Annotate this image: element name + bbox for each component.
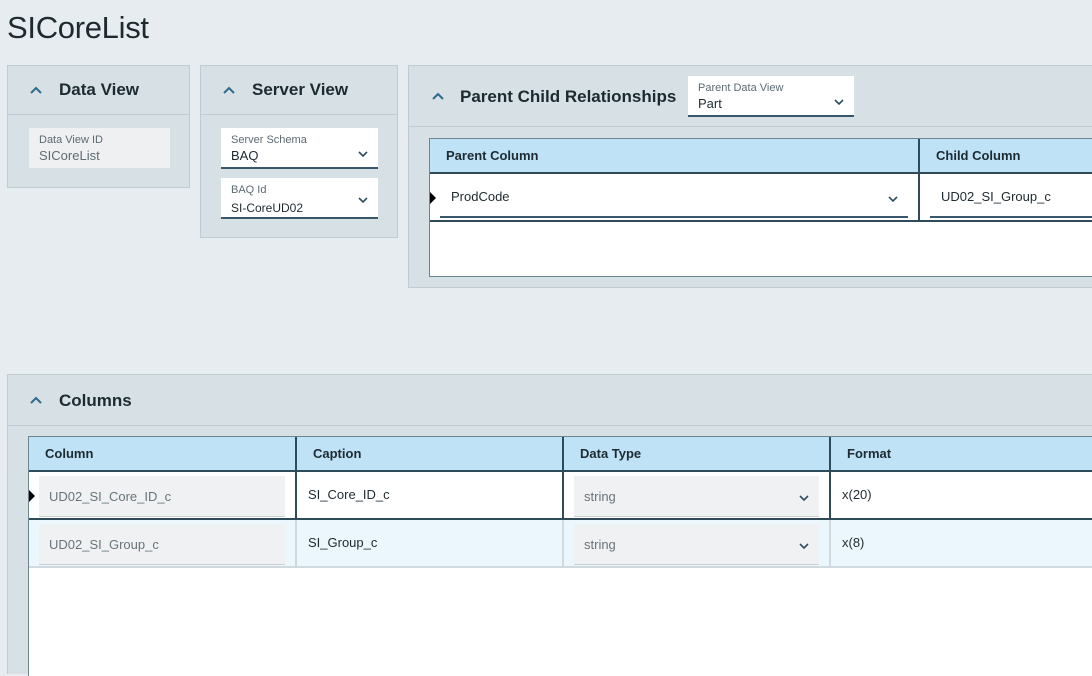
parent-column-cell[interactable]: ProdCode — [430, 174, 920, 220]
baq-id-select[interactable]: BAQ Id SI-CoreUD02 — [221, 178, 378, 219]
server-schema-value: BAQ — [231, 148, 259, 163]
chevron-down-icon[interactable] — [797, 491, 811, 505]
server-view-panel: Server View Server Schema BAQ BAQ Id SI-… — [200, 65, 398, 238]
caption-value: SI_Core_ID_c — [308, 487, 390, 502]
column-name-cell[interactable]: UD02_SI_Group_c — [29, 520, 297, 566]
column-name-value: UD02_SI_Group_c — [49, 537, 159, 552]
baq-id-value: SI-CoreUD02 — [231, 201, 304, 215]
table-row[interactable]: ProdCode UD02_SI_Group_c — [430, 174, 1092, 222]
format-cell[interactable]: x(20) — [831, 472, 1092, 518]
chevron-up-icon[interactable] — [26, 80, 46, 100]
column-header-format[interactable]: Format — [831, 437, 1092, 470]
chevron-down-icon[interactable] — [797, 539, 811, 553]
columns-panel: Columns Column Caption Data Type Format … — [7, 374, 1092, 676]
column-header-parent[interactable]: Parent Column — [430, 139, 920, 172]
column-name-input[interactable]: UD02_SI_Group_c — [39, 524, 285, 565]
chevron-down-icon[interactable] — [356, 193, 370, 207]
chevron-down-icon[interactable] — [886, 192, 900, 206]
page-title: SICoreList — [7, 10, 149, 45]
parent-child-panel: Parent Child Relationships Parent Data V… — [408, 65, 1092, 288]
columns-title: Columns — [59, 391, 132, 410]
parent-data-view-label: Parent Data View — [698, 82, 784, 94]
column-header-column[interactable]: Column — [29, 437, 297, 470]
relationships-grid-header: Parent Column Child Column — [430, 139, 1092, 174]
column-name-cell[interactable]: UD02_SI_Core_ID_c — [29, 472, 297, 518]
column-header-data-type[interactable]: Data Type — [564, 437, 831, 470]
caption-value: SI_Group_c — [308, 535, 378, 550]
format-value: x(8) — [842, 535, 865, 550]
columns-grid-header: Column Caption Data Type Format — [29, 437, 1092, 472]
column-name-input[interactable]: UD02_SI_Core_ID_c — [39, 476, 285, 517]
child-column-value: UD02_SI_Group_c — [941, 189, 1051, 204]
data-type-value: string — [584, 489, 616, 504]
chevron-up-icon[interactable] — [428, 86, 448, 106]
chevron-down-icon[interactable] — [356, 147, 370, 161]
server-schema-select[interactable]: Server Schema BAQ — [221, 128, 378, 169]
chevron-up-icon[interactable] — [219, 80, 239, 100]
parent-data-view-value: Part — [698, 96, 722, 111]
data-view-id-field: Data View ID SICoreList — [29, 128, 170, 168]
chevron-up-icon[interactable] — [26, 390, 46, 410]
columns-grid: Column Caption Data Type Format UD02_SI_… — [28, 436, 1092, 676]
server-view-title: Server View — [252, 80, 349, 99]
data-view-id-value: SICoreList — [39, 148, 100, 163]
baq-id-label: BAQ Id — [231, 184, 267, 196]
data-type-value: string — [584, 537, 616, 552]
parent-column-select[interactable]: ProdCode — [440, 176, 908, 218]
data-type-cell[interactable]: string — [564, 520, 831, 566]
caption-cell[interactable]: SI_Group_c — [297, 520, 564, 566]
columns-header[interactable]: Columns — [8, 375, 1092, 426]
data-type-select[interactable]: string — [574, 476, 819, 517]
server-view-header[interactable]: Server View — [201, 66, 397, 115]
parent-column-value: ProdCode — [451, 189, 510, 204]
data-view-title: Data View — [59, 80, 140, 99]
data-view-id-label: Data View ID — [39, 134, 103, 146]
format-cell[interactable]: x(8) — [831, 520, 1092, 566]
caption-cell[interactable]: SI_Core_ID_c — [297, 472, 564, 518]
server-schema-label: Server Schema — [231, 134, 307, 146]
child-column-input[interactable]: UD02_SI_Group_c — [930, 176, 1092, 218]
parent-data-view-select[interactable]: Parent Data View Part — [688, 76, 854, 117]
column-name-value: UD02_SI_Core_ID_c — [49, 489, 172, 504]
child-column-cell[interactable]: UD02_SI_Group_c — [920, 174, 1092, 220]
format-value: x(20) — [842, 487, 872, 502]
table-row[interactable]: UD02_SI_Core_ID_c SI_Core_ID_c string x(… — [29, 472, 1092, 520]
chevron-down-icon[interactable] — [832, 95, 846, 109]
data-type-cell[interactable]: string — [564, 472, 831, 518]
table-row[interactable]: UD02_SI_Group_c SI_Group_c string x(8) — [29, 520, 1092, 568]
data-view-panel: Data View Data View ID SICoreList — [7, 65, 190, 188]
relationships-grid: Parent Column Child Column ProdCode UD02… — [429, 138, 1092, 277]
column-header-child[interactable]: Child Column — [920, 139, 1092, 172]
data-view-header[interactable]: Data View — [8, 66, 189, 115]
parent-child-header[interactable]: Parent Child Relationships Parent Data V… — [409, 66, 1092, 127]
data-type-select[interactable]: string — [574, 524, 819, 565]
parent-child-title: Parent Child Relationships — [460, 87, 677, 106]
column-header-caption[interactable]: Caption — [297, 437, 564, 470]
